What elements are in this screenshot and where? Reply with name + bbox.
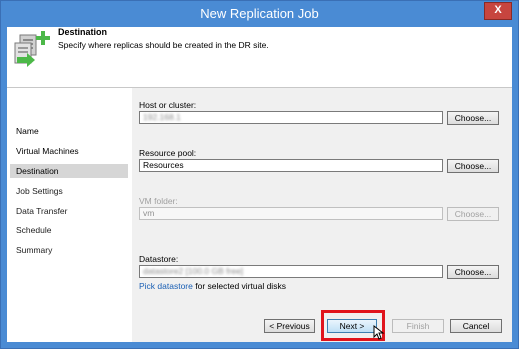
host-field[interactable]: 192.168.1 (139, 111, 443, 124)
cancel-button[interactable]: Cancel (450, 319, 502, 333)
page-title: Destination (58, 27, 108, 37)
datastore-value: datastore2 [100.0 GB free] (143, 266, 244, 276)
resource-pool-field[interactable]: Resources (139, 159, 443, 172)
datastore-choose-button[interactable]: Choose... (447, 265, 499, 279)
vm-folder-choose-button[interactable]: Choose... (447, 207, 499, 221)
resource-pool-choose-button[interactable]: Choose... (447, 159, 499, 173)
wizard-header: Destination Specify where replicas shoul… (7, 27, 512, 88)
wizard-window: New Replication Job X Destination Specif… (0, 0, 519, 349)
host-label: Host or cluster: (139, 100, 197, 110)
add-replication-icon (14, 31, 50, 67)
window-title: New Replication Job (200, 6, 319, 21)
pick-datastore-link[interactable]: Pick datastore (139, 281, 193, 291)
wizard-steps: Name Virtual Machines Destination Job Se… (7, 88, 131, 342)
step-destination[interactable]: Destination (10, 164, 128, 178)
finish-button[interactable]: Finish (392, 319, 444, 333)
datastore-field[interactable]: datastore2 [100.0 GB free] (139, 265, 443, 278)
step-virtual-machines[interactable]: Virtual Machines (10, 144, 128, 158)
step-job-settings[interactable]: Job Settings (10, 184, 128, 198)
host-choose-button[interactable]: Choose... (447, 111, 499, 125)
step-summary[interactable]: Summary (10, 243, 128, 257)
vm-folder-label: VM folder: (139, 196, 178, 206)
close-button[interactable]: X (484, 2, 512, 20)
close-icon: X (494, 4, 502, 16)
datastore-label: Datastore: (139, 254, 179, 264)
destination-panel: Host or cluster: 192.168.1 Choose... Res… (132, 88, 512, 308)
resource-pool-label: Resource pool: (139, 148, 197, 158)
step-name[interactable]: Name (10, 124, 128, 138)
pick-datastore-row: Pick datastore for selected virtual disk… (139, 281, 286, 291)
mouse-pointer-icon (373, 325, 385, 340)
wizard-client: Destination Specify where replicas shoul… (7, 27, 512, 342)
previous-button[interactable]: < Previous (264, 319, 315, 333)
page-description: Specify where replicas should be created… (58, 40, 269, 50)
vm-folder-field[interactable]: vm (139, 207, 443, 220)
step-data-transfer[interactable]: Data Transfer (10, 204, 128, 218)
title-bar[interactable]: New Replication Job X (1, 1, 518, 27)
step-schedule[interactable]: Schedule (10, 223, 128, 237)
host-value: 192.168.1 (143, 112, 181, 122)
pick-datastore-suffix: for selected virtual disks (192, 281, 286, 291)
wizard-footer: < Previous Next > Finish Cancel (132, 308, 512, 342)
